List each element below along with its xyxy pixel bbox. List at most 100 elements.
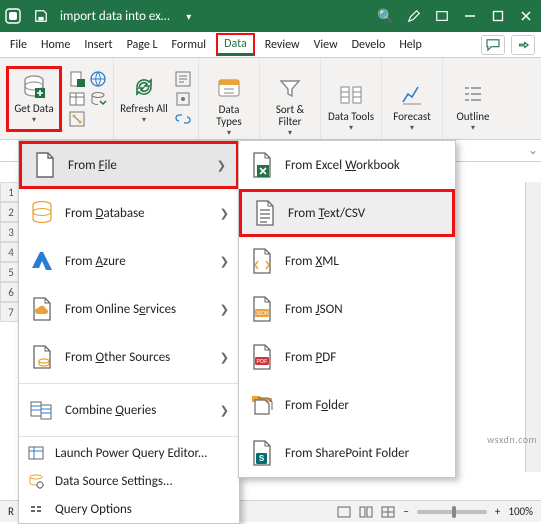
save-icon[interactable] <box>32 7 50 25</box>
zoom-slider[interactable] <box>417 510 487 514</box>
menu-combine-queries[interactable]: Combine Queries ❯ <box>19 386 239 434</box>
menu-from-excel-workbook[interactable]: From Excel Workbook <box>239 141 455 189</box>
zoom-out-icon[interactable]: − <box>403 505 408 518</box>
menu-from-sharepoint-folder[interactable]: S From SharePoint Folder <box>239 429 455 477</box>
menu-label: From Excel Workbook <box>285 158 445 173</box>
forecast-icon <box>398 81 426 109</box>
refresh-all-label: Refresh All <box>120 103 168 115</box>
outline-label: Outline <box>456 111 489 123</box>
chevron-down-icon: ▾ <box>142 116 146 125</box>
comments-button[interactable] <box>481 35 505 55</box>
title-bar: import data into ex… ▾ 🔍 <box>0 0 541 32</box>
menu-launch-power-query[interactable]: Launch Power Query Editor... <box>19 439 239 467</box>
data-tools-button[interactable]: Data Tools ▾ <box>327 78 375 136</box>
forecast-button[interactable]: Forecast ▾ <box>388 78 436 136</box>
power-query-icon <box>27 444 45 462</box>
menu-from-azure[interactable]: From Azure ❯ <box>19 237 239 285</box>
chevron-right-icon: ❯ <box>220 303 229 316</box>
get-data-small-buttons <box>68 70 107 128</box>
menu-from-online-services[interactable]: From Online Services ❯ <box>19 285 239 333</box>
ribbon-tabs: File Home Insert Page L Formul Data Revi… <box>0 32 541 58</box>
menu-from-folder[interactable]: From Folder <box>239 381 455 429</box>
group-outline: Outline ▾ <box>443 58 503 139</box>
menu-from-xml[interactable]: From XML <box>239 237 455 285</box>
menu-label: Launch Power Query Editor... <box>55 446 229 461</box>
get-data-menu: From File ❯ From Database ❯ From Azure ❯… <box>18 140 240 524</box>
ribbon: Get Data ▾ <box>0 58 541 140</box>
from-web-small-icon[interactable] <box>89 70 107 88</box>
tab-review[interactable]: Review <box>261 34 304 56</box>
refresh-all-button[interactable]: Refresh All ▾ <box>120 70 168 128</box>
recent-sources-small-icon[interactable] <box>89 90 107 108</box>
menu-label: From XML <box>285 254 445 269</box>
options-icon <box>27 500 45 518</box>
chevron-down-icon: ▾ <box>288 129 292 138</box>
maximize-icon[interactable] <box>489 7 507 25</box>
svg-text:JSON: JSON <box>255 311 269 317</box>
watermark: wsxdn.com <box>487 433 537 446</box>
outline-button[interactable]: Outline ▾ <box>449 78 497 136</box>
sort-filter-label: Sort & Filter <box>266 104 314 128</box>
menu-from-other-sources[interactable]: From Other Sources ❯ <box>19 333 239 381</box>
group-get-transform: Get Data ▾ <box>0 58 114 139</box>
data-types-icon <box>215 76 243 102</box>
menu-from-text-csv[interactable]: From Text/CSV <box>239 189 455 237</box>
settings-icon <box>27 472 45 490</box>
data-types-button[interactable]: Data Types ▾ <box>205 78 253 136</box>
chevron-right-icon: ❯ <box>220 255 229 268</box>
tab-view[interactable]: View <box>310 34 342 56</box>
share-button[interactable] <box>511 35 535 55</box>
view-page-layout-icon[interactable] <box>359 506 373 518</box>
pdf-file-icon: PDF <box>249 344 275 370</box>
view-normal-icon[interactable] <box>337 506 351 518</box>
autosave-icon[interactable] <box>4 7 22 25</box>
close-icon[interactable] <box>517 7 535 25</box>
sort-filter-button[interactable]: Sort & Filter ▾ <box>266 78 314 136</box>
zoom-in-icon[interactable]: + <box>495 505 500 518</box>
edit-links-icon[interactable] <box>174 110 192 128</box>
tab-insert[interactable]: Insert <box>80 34 116 56</box>
tab-file[interactable]: File <box>6 34 31 56</box>
chevron-right-icon: ❯ <box>217 159 226 172</box>
tab-developer[interactable]: Develo <box>348 34 390 56</box>
json-file-icon: JSON <box>249 296 275 322</box>
minimize-icon[interactable] <box>461 7 479 25</box>
vertical-scrollbar[interactable] <box>525 182 541 472</box>
zoom-level[interactable]: 100% <box>508 505 533 518</box>
menu-label: From JSON <box>285 302 445 317</box>
sharepoint-icon: S <box>249 440 275 466</box>
cloud-file-icon <box>29 296 55 322</box>
menu-from-pdf[interactable]: PDF From PDF <box>239 333 455 381</box>
tab-formulas[interactable]: Formul <box>168 34 211 56</box>
menu-from-json[interactable]: JSON From JSON <box>239 285 455 333</box>
properties-icon[interactable] <box>174 90 192 108</box>
azure-icon <box>29 248 55 274</box>
menu-separator <box>19 436 239 437</box>
pen-icon[interactable] <box>405 7 423 25</box>
view-page-break-icon[interactable] <box>381 506 395 518</box>
data-tools-icon <box>337 81 365 109</box>
queries-connections-icon[interactable] <box>174 70 192 88</box>
dropdown-icon[interactable]: ▾ <box>180 7 198 25</box>
search-icon[interactable]: 🔍 <box>377 7 395 25</box>
from-text-small-icon[interactable] <box>68 70 86 88</box>
get-data-button[interactable]: Get Data ▾ <box>10 70 58 128</box>
forecast-label: Forecast <box>393 111 431 123</box>
ribbon-options-icon[interactable] <box>433 7 451 25</box>
menu-from-file[interactable]: From File ❯ <box>19 141 239 189</box>
tab-home[interactable]: Home <box>37 34 74 56</box>
tab-data[interactable]: Data <box>216 33 255 56</box>
expand-formula-icon[interactable]: ⌄ <box>525 143 541 158</box>
menu-data-source-settings[interactable]: Data Source Settings... <box>19 467 239 495</box>
menu-label: From SharePoint Folder <box>285 446 445 461</box>
menu-label: From Text/CSV <box>288 206 442 221</box>
tab-help[interactable]: Help <box>395 34 426 56</box>
menu-from-database[interactable]: From Database ❯ <box>19 189 239 237</box>
group-forecast: Forecast ▾ <box>382 58 443 139</box>
tab-page-layout[interactable]: Page L <box>123 34 162 56</box>
from-file-submenu: From Excel Workbook From Text/CSV From X… <box>238 140 456 478</box>
from-table-small-icon[interactable] <box>68 90 86 108</box>
menu-query-options[interactable]: Query Options <box>19 495 239 523</box>
existing-connections-small-icon[interactable] <box>68 110 86 128</box>
menu-label: Data Source Settings... <box>55 474 229 489</box>
